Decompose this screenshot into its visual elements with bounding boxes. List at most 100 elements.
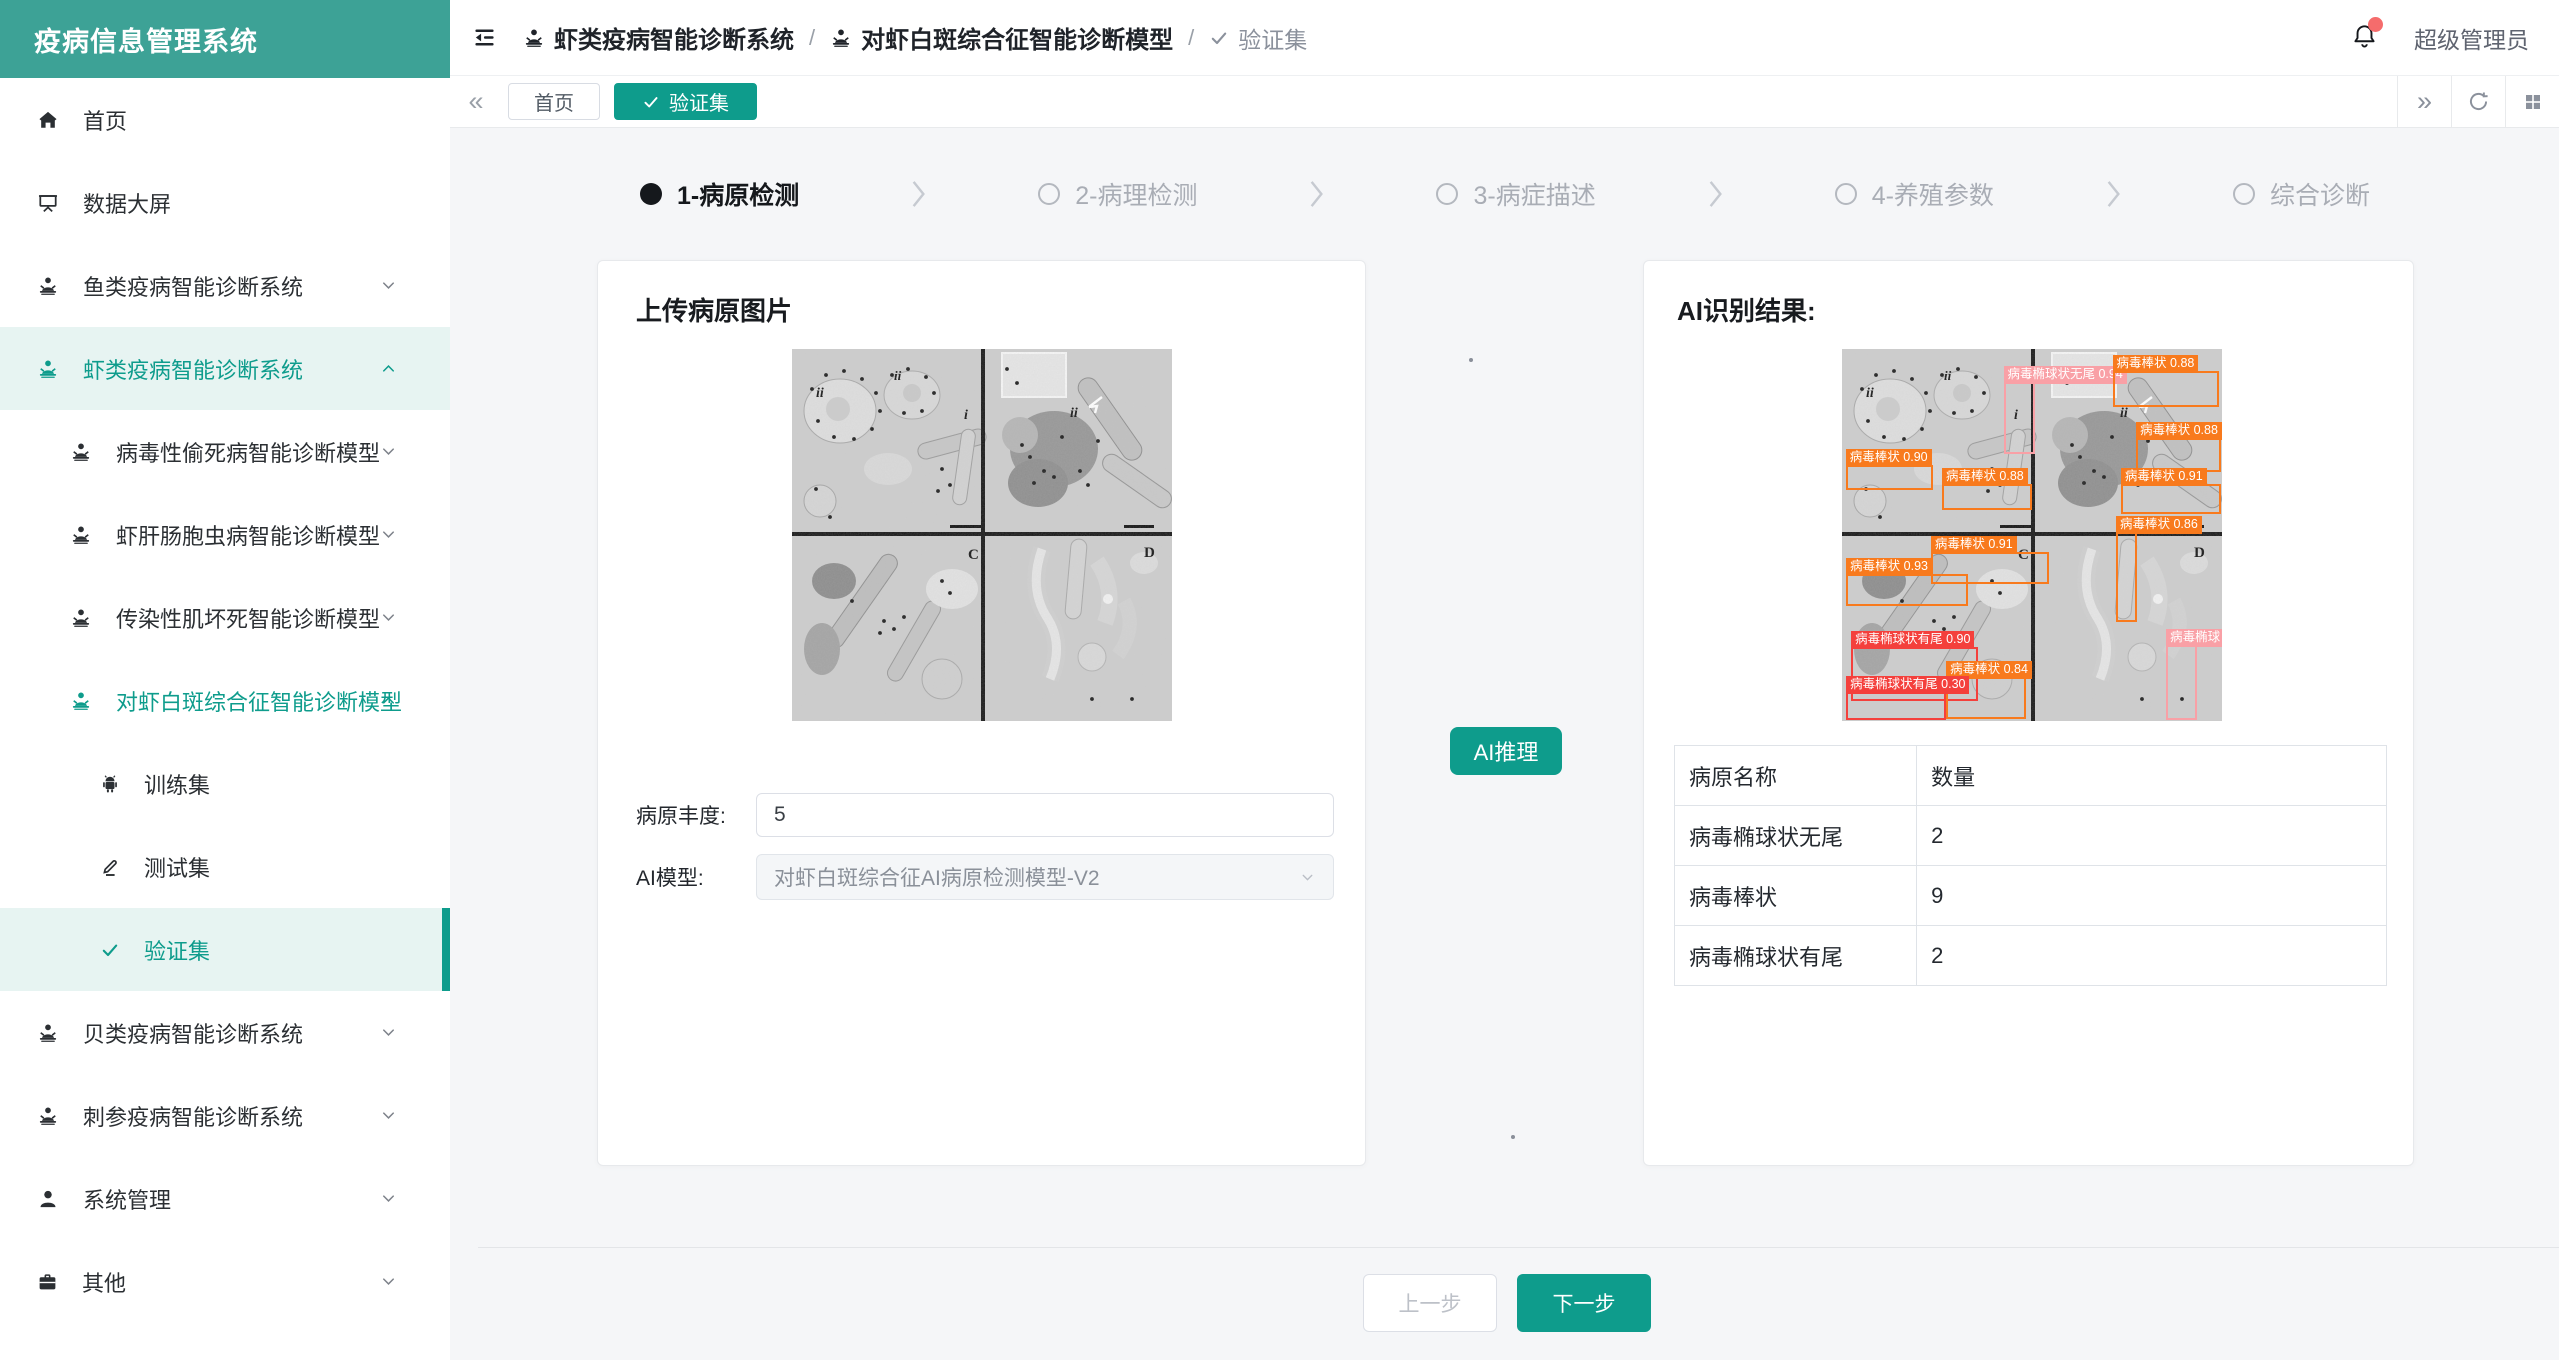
sidebar-item[interactable]: 测试集	[0, 825, 450, 908]
model-select[interactable]: 对虾白斑综合征AI病原检测模型-V2	[756, 854, 1334, 900]
sidebar-item[interactable]: 数据大屏	[0, 161, 450, 244]
sidebar-item[interactable]: 虾肝肠胞虫病智能诊断模型	[0, 493, 450, 576]
diagnosis-icon	[37, 275, 59, 297]
footer-divider	[478, 1247, 2559, 1248]
model-row: AI模型: 对虾白斑综合征AI病原检测模型-V2	[636, 854, 1334, 900]
prev-step-button[interactable]: 上一步	[1363, 1274, 1497, 1332]
sidebar-item[interactable]: 刺参疫病智能诊断系统	[0, 1074, 450, 1157]
tab[interactable]: 验证集	[614, 83, 757, 120]
briefcase-icon	[37, 1271, 58, 1292]
refresh-icon[interactable]	[2451, 76, 2505, 127]
breadcrumb: 虾类疫病智能诊断系统/对虾白斑综合征智能诊断模型/验证集	[523, 20, 1307, 55]
detection-box: 病毒棒状 0.88	[2136, 438, 2221, 472]
table-row-cell: 病毒椭球状无尾	[1675, 806, 1917, 866]
content: 1-病原检测2-病理检测3-病症描述4-养殖参数综合诊断 上传病原图片 iiii…	[450, 129, 2559, 1360]
table-row-cell: 病毒棒状	[1675, 866, 1917, 926]
abundance-row: 病原丰度:	[636, 793, 1334, 837]
table-header-row-cell: 病原名称	[1675, 746, 1917, 806]
step-label: 4-养殖参数	[1872, 176, 1994, 212]
tabs-scroll-left-icon[interactable]: «	[450, 76, 502, 127]
table-row: 病毒棒状9	[1675, 866, 2387, 926]
diagnosis-icon	[830, 27, 852, 49]
sidebar-menu: 首页数据大屏鱼类疫病智能诊断系统虾类疫病智能诊断系统病毒性偷死病智能诊断模型虾肝…	[0, 78, 450, 1323]
diagnosis-icon	[37, 1105, 59, 1127]
sidebar-item[interactable]: 病毒性偷死病智能诊断模型	[0, 410, 450, 493]
sidebar-item-label: 病毒性偷死病智能诊断模型	[116, 436, 380, 468]
diagnosis-icon	[70, 524, 92, 546]
breadcrumb-label: 对虾白斑综合征智能诊断模型	[861, 20, 1173, 55]
active-indicator-bar	[442, 908, 450, 991]
step-separator-icon	[910, 177, 927, 211]
tabs-scroll-right-icon[interactable]: »	[2397, 76, 2451, 127]
detection-box: 病毒棒状 0.93	[1846, 574, 1968, 606]
step-separator-icon	[1707, 177, 1724, 211]
sidebar-item[interactable]: 虾类疫病智能诊断系统	[0, 327, 450, 410]
tabbar-controls: »	[2397, 76, 2559, 127]
detection-box: 病毒棒状 0.90	[1846, 465, 1933, 490]
sidebar-item-label: 其他	[82, 1266, 126, 1298]
result-card-title: AI识别结果:	[1677, 291, 1816, 328]
main-area: 虾类疫病智能诊断系统/对虾白斑综合征智能诊断模型/验证集 超级管理员 « 首页验…	[450, 0, 2559, 1360]
breadcrumb-item[interactable]: 对虾白斑综合征智能诊断模型	[830, 20, 1173, 55]
sidebar-item-label: 测试集	[144, 851, 210, 883]
abundance-label: 病原丰度:	[636, 800, 756, 830]
chevron-down-icon	[379, 442, 398, 461]
diagnosis-icon	[37, 1022, 59, 1044]
table-row-cell: 2	[1917, 806, 2387, 866]
sidebar-item[interactable]: 首页	[0, 78, 450, 161]
sidebar-item[interactable]: 系统管理	[0, 1157, 450, 1240]
sidebar-item[interactable]: 贝类疫病智能诊断系统	[0, 991, 450, 1074]
sidebar-item-label: 首页	[83, 104, 127, 136]
topbar: 虾类疫病智能诊断系统/对虾白斑综合征智能诊断模型/验证集 超级管理员	[450, 0, 2559, 76]
open-tabs: 首页验证集	[502, 76, 757, 127]
sidebar-item-label: 验证集	[144, 934, 210, 966]
table-row-cell: 2	[1917, 926, 2387, 986]
breadcrumb-item[interactable]: 验证集	[1209, 21, 1307, 55]
result-card: AI识别结果: iiiiiiiCD 病毒椭球状无尾 0.94病毒棒状 0.88病…	[1643, 260, 2414, 1166]
app-title: 疫病信息管理系统	[0, 0, 450, 78]
check-icon	[100, 940, 120, 960]
collapse-sidebar-icon[interactable]	[472, 25, 497, 50]
detection-box: 病毒椭球	[2166, 645, 2197, 719]
sidebar-item[interactable]: 传染性肌坏死智能诊断模型	[0, 576, 450, 659]
chevron-down-icon	[379, 1272, 398, 1291]
table-row: 病毒椭球状无尾2	[1675, 806, 2387, 866]
detection-box: 病毒椭球状有尾 0.30	[1846, 692, 1946, 720]
detection-label: 病毒棒状 0.88	[2113, 355, 2199, 373]
breadcrumb-item[interactable]: 虾类疫病智能诊断系统	[523, 20, 794, 55]
next-step-button[interactable]: 下一步	[1517, 1274, 1651, 1332]
user-icon	[37, 1188, 59, 1210]
layout-grid-icon[interactable]	[2505, 76, 2559, 127]
stepper-step: 3-病症描述	[1436, 176, 1595, 212]
breadcrumb-separator: /	[809, 25, 815, 51]
step-dot-outline	[1038, 183, 1060, 205]
diagnosis-icon	[70, 441, 92, 463]
stepper-step: 4-养殖参数	[1835, 176, 1994, 212]
detection-label: 病毒棒状 0.90	[1846, 449, 1932, 467]
abundance-input[interactable]	[756, 793, 1334, 837]
ai-infer-button[interactable]: AI推理	[1450, 727, 1562, 775]
sidebar-item-label: 系统管理	[83, 1183, 171, 1215]
sidebar-item[interactable]: 其他	[0, 1240, 450, 1323]
tab[interactable]: 首页	[508, 83, 600, 120]
sidebar-item[interactable]: 鱼类疫病智能诊断系统	[0, 244, 450, 327]
notification-bell-icon[interactable]	[2351, 22, 2378, 54]
sidebar-item-label: 传染性肌坏死智能诊断模型	[116, 602, 380, 634]
check-icon	[642, 92, 660, 112]
sidebar-item[interactable]: 对虾白斑综合征智能诊断模型	[0, 659, 450, 742]
android-icon	[100, 774, 120, 794]
table-header-row: 病原名称数量	[1675, 746, 2387, 806]
annotated-image: iiiiiiiCD 病毒椭球状无尾 0.94病毒棒状 0.88病毒棒状 0.90…	[1842, 349, 2222, 721]
home-icon	[37, 109, 59, 131]
step-dot-filled	[640, 183, 662, 205]
diagnosis-icon	[70, 690, 92, 712]
detection-box: 病毒棒状 0.88	[2113, 371, 2219, 407]
chevron-down-icon	[379, 525, 398, 544]
sidebar-item[interactable]: 验证集	[0, 908, 450, 991]
detection-label: 病毒棒状 0.88	[2136, 422, 2222, 440]
step-separator-icon	[1308, 177, 1325, 211]
stray-dot	[1469, 358, 1473, 362]
stepper-step: 2-病理检测	[1038, 176, 1197, 212]
step-label: 1-病原检测	[677, 176, 799, 212]
sidebar-item[interactable]: 训练集	[0, 742, 450, 825]
